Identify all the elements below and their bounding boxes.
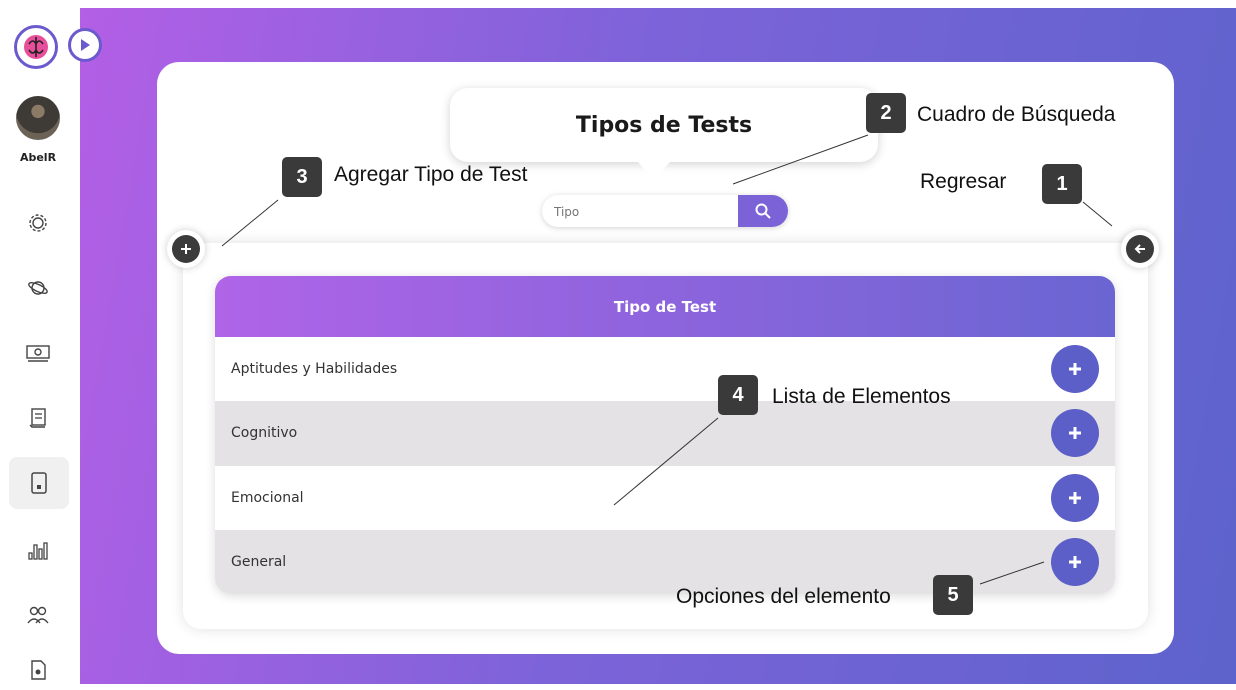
row-options-button[interactable] — [1051, 537, 1099, 586]
search-box — [542, 195, 788, 227]
table-row[interactable]: General — [215, 529, 1115, 594]
annotation-text-5: Opciones del elemento — [676, 585, 891, 608]
username: AbelR — [19, 151, 57, 164]
scroll-icon[interactable] — [18, 398, 58, 438]
row-label: Emocional — [231, 489, 304, 506]
search-button[interactable] — [738, 195, 788, 227]
document-icon[interactable] — [18, 650, 58, 690]
row-label: Cognitivo — [231, 425, 298, 442]
table-header: Tipo de Test — [215, 276, 1115, 337]
add-test-type-button[interactable] — [167, 230, 205, 268]
plus-icon — [1069, 555, 1081, 568]
annotation-badge-4: 4 — [718, 375, 758, 415]
gear-icon[interactable] — [18, 203, 58, 243]
table-row[interactable]: Aptitudes y Habilidades — [215, 337, 1115, 401]
sidebar: AbelR — [0, 0, 80, 684]
users-icon[interactable] — [18, 595, 58, 635]
row-label: General — [231, 553, 287, 570]
annotation-badge-1: 1 — [1042, 164, 1082, 204]
row-options-button[interactable] — [1051, 345, 1099, 394]
expand-sidebar-button[interactable] — [68, 28, 102, 62]
page-title: Tipos de Tests — [575, 112, 753, 138]
planet-icon[interactable] — [18, 268, 58, 308]
annotation-text-3: Agregar Tipo de Test — [334, 163, 528, 186]
chart-bars-icon[interactable] — [18, 530, 58, 570]
search-input[interactable] — [552, 200, 736, 224]
annotation-badge-3: 3 — [282, 157, 322, 197]
play-icon — [81, 39, 90, 51]
plus-icon — [1069, 427, 1081, 440]
back-button[interactable] — [1121, 230, 1159, 268]
page-title-bubble: Tipos de Tests — [450, 88, 878, 180]
annotation-text-1: Regresar — [920, 170, 1007, 193]
row-label: Aptitudes y Habilidades — [231, 361, 398, 378]
row-options-button[interactable] — [1051, 473, 1099, 522]
row-options-button[interactable] — [1051, 409, 1099, 458]
annotation-text-4: Lista de Elementos — [772, 385, 951, 408]
search-icon — [755, 203, 771, 219]
annotation-badge-2: 2 — [866, 93, 906, 133]
table-row[interactable]: Emocional — [215, 466, 1115, 530]
plus-icon — [1069, 491, 1081, 504]
table-row[interactable]: Cognitivo — [215, 401, 1115, 466]
avatar[interactable] — [16, 96, 60, 140]
brain-logo-icon[interactable] — [14, 25, 58, 69]
test-types-table: Tipo de Test Aptitudes y Habilidades Cog… — [215, 276, 1115, 594]
annotation-badge-5: 5 — [933, 575, 973, 615]
money-icon[interactable] — [18, 333, 58, 373]
annotation-text-2: Cuadro de Búsqueda — [917, 103, 1116, 126]
arrow-left-icon — [1134, 244, 1145, 254]
tablet-icon[interactable] — [9, 457, 69, 509]
plus-icon — [181, 244, 191, 254]
plus-icon — [1069, 363, 1081, 376]
